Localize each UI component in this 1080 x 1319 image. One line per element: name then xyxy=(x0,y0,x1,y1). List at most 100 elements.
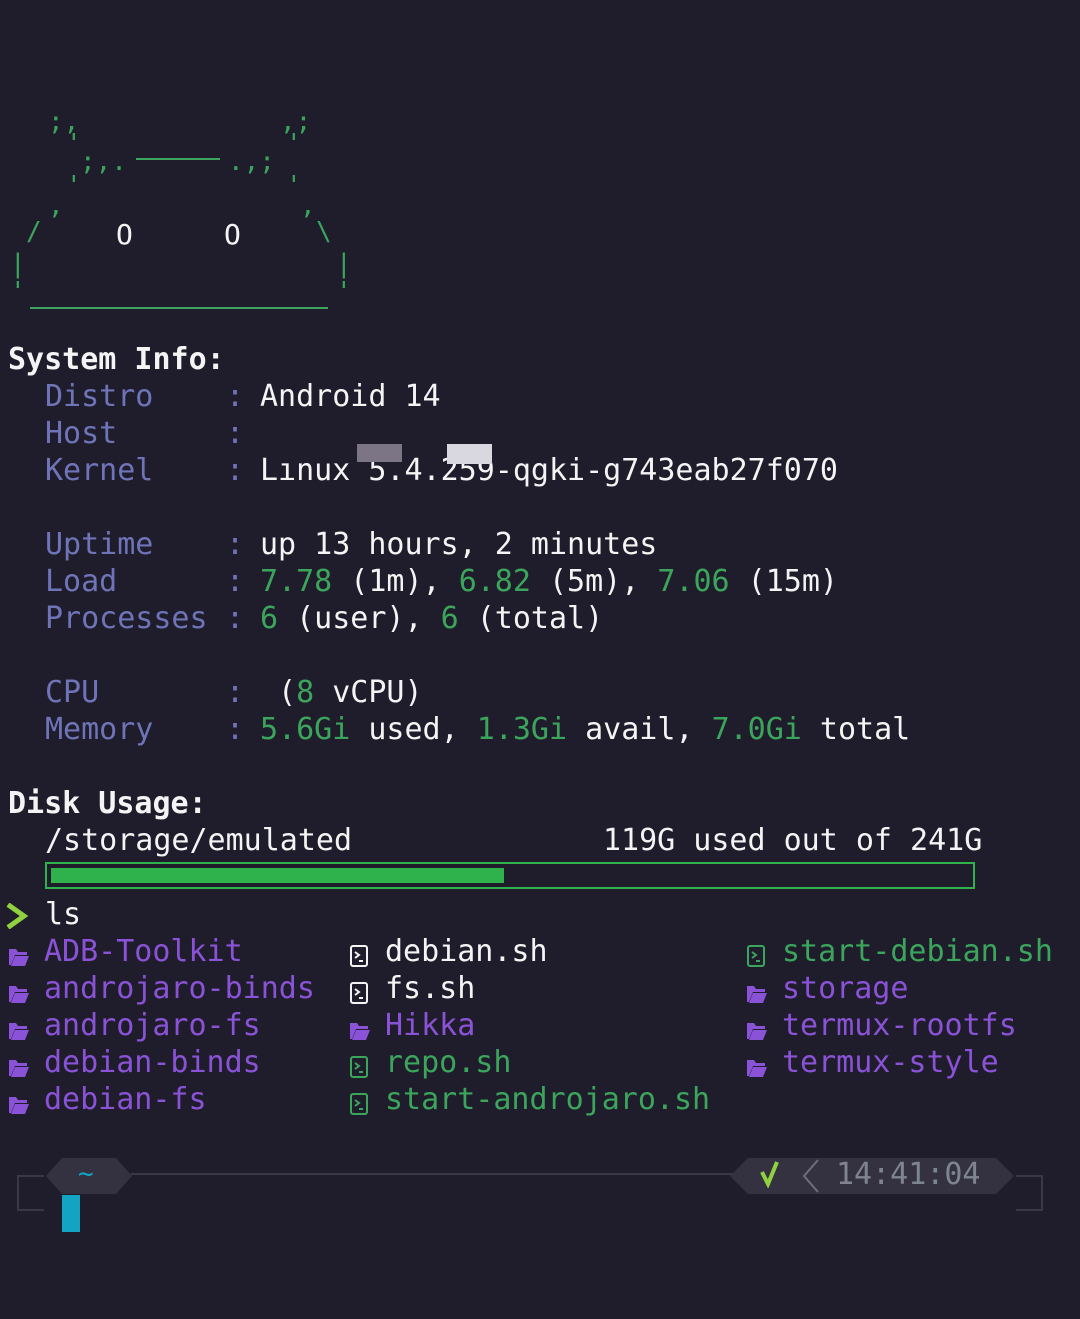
sysinfo-value: Lınux 5.4.259-qgki-g743eab27f070 xyxy=(260,453,838,488)
chevron-right-icon xyxy=(6,902,30,933)
svg-text:/: / xyxy=(26,217,42,247)
mem-text: avail, xyxy=(567,712,712,747)
sysinfo-label: Kernel xyxy=(45,453,154,488)
ls-entry-name: storage xyxy=(782,971,909,1006)
mem-text: total xyxy=(801,712,911,747)
chevron-left-icon xyxy=(800,1158,822,1198)
sysinfo-value: 7.78 (1m), 6.82 (5m), 7.06 (15m) xyxy=(260,563,838,600)
folder-icon xyxy=(8,940,30,966)
ls-entry-name: debian.sh xyxy=(385,934,548,969)
ls-entry: androjaro-binds xyxy=(8,970,315,1007)
svg-text:': ' xyxy=(336,277,350,307)
sysinfo-value: 6 (user), 6 (total) xyxy=(260,600,603,637)
checkmark-icon xyxy=(760,1160,780,1192)
script-file-icon xyxy=(349,940,371,967)
ls-entry: ADB-Toolkit xyxy=(8,933,243,970)
ls-entry-name: androjaro-binds xyxy=(44,971,315,1006)
mem-used: 5.6Gi xyxy=(260,712,351,747)
folder-icon xyxy=(746,1051,768,1077)
disk-usage-bar xyxy=(45,862,975,889)
folder-icon xyxy=(8,1014,30,1040)
ls-entry: debian-fs xyxy=(8,1081,207,1118)
sysinfo-value: (8 vCPU) xyxy=(260,674,423,711)
folder-icon xyxy=(746,1014,768,1040)
sysinfo-sep: : xyxy=(226,564,245,599)
eye-left: O xyxy=(116,218,133,251)
svg-text:,: , xyxy=(48,191,64,221)
load-text: (1m), xyxy=(332,564,459,599)
svg-text:': ' xyxy=(66,171,82,201)
eye-right: O xyxy=(224,218,241,251)
sysinfo-sep: : xyxy=(226,675,245,710)
ls-entry-name: debian-fs xyxy=(44,1082,207,1117)
cpu-text: ( xyxy=(260,675,297,710)
sysinfo-sep: : xyxy=(226,712,245,747)
ls-entry-name: fs.sh xyxy=(385,971,476,1006)
script-file-icon xyxy=(349,977,371,1004)
sysinfo-value: Android 14 xyxy=(260,379,441,414)
ls-entry-name: androjaro-fs xyxy=(44,1008,261,1043)
ls-entry-name: ADB-Toolkit xyxy=(44,934,243,969)
android-ascii-art: ;, ,; ' ' ;,. .,; ' ' , , / \ | | ' ' O … xyxy=(10,107,352,309)
status-line: ~ 14:41:04 xyxy=(16,1157,1044,1214)
ls-entry: termux-style xyxy=(746,1044,999,1081)
ls-entry-name: termux-rootfs xyxy=(782,1008,1017,1043)
mem-total: 7.0Gi xyxy=(711,712,802,747)
redaction-block xyxy=(447,444,492,464)
cpu-text: vCPU) xyxy=(314,675,423,710)
disk-usage-heading: Disk Usage: xyxy=(8,786,207,821)
sysinfo-sep: : xyxy=(226,453,245,488)
command-text: ls xyxy=(45,897,82,932)
sysinfo-value: 5.6Gi used, 1.3Gi avail, 7.0Gi total xyxy=(260,711,910,748)
cpu-count: 8 xyxy=(296,675,315,710)
redaction-block xyxy=(357,444,402,462)
sysinfo-sep: : xyxy=(226,527,245,562)
svg-text:,: , xyxy=(300,191,316,221)
ls-entry: repo.sh xyxy=(349,1044,511,1081)
sysinfo-label: Processes xyxy=(45,601,208,636)
ls-entry: storage xyxy=(746,970,908,1007)
folder-icon xyxy=(8,1088,30,1114)
proc-total: 6 xyxy=(440,601,459,636)
ls-entry-name: termux-style xyxy=(782,1045,999,1080)
disk-usage-fill xyxy=(51,868,504,883)
load-text: (15m) xyxy=(729,564,838,599)
sysinfo-value: up 13 hours, 2 minutes xyxy=(260,527,658,562)
disk-summary: 119G used out of 241G xyxy=(603,823,983,858)
svg-text:': ' xyxy=(10,277,26,307)
ls-entry-name: start-androjaro.sh xyxy=(385,1082,711,1117)
folder-icon xyxy=(8,1051,30,1077)
cwd-label: ~ xyxy=(78,1159,94,1189)
sysinfo-sep: : xyxy=(226,601,245,636)
ls-entry: fs.sh xyxy=(349,970,475,1007)
mem-text: used, xyxy=(350,712,477,747)
svg-text:;,.: ;,. xyxy=(80,147,127,177)
script-file-icon xyxy=(349,1051,371,1078)
ls-entry-name: repo.sh xyxy=(385,1045,512,1080)
clock-time: 14:41:04 xyxy=(836,1157,981,1192)
ls-entry: Hikka xyxy=(349,1007,475,1044)
svg-text:\: \ xyxy=(316,217,332,247)
terminal-cursor[interactable] xyxy=(62,1195,80,1232)
folder-icon xyxy=(8,977,30,1003)
ascii-android-logo: ;, ,; ' ' ;,. .,; ' ' , , / \ | | ' ' O … xyxy=(10,88,352,317)
ls-entry-name: Hikka xyxy=(385,1008,476,1043)
ls-entry: termux-rootfs xyxy=(746,1007,1017,1044)
svg-text:.,;: .,; xyxy=(228,147,275,177)
disk-mount: /storage/emulated xyxy=(45,823,353,858)
script-file-icon xyxy=(746,940,768,967)
ls-entry: debian-binds xyxy=(8,1044,261,1081)
folder-icon xyxy=(746,977,768,1003)
ls-entry-name: start-debian.sh xyxy=(782,934,1053,969)
ls-entry: start-androjaro.sh xyxy=(349,1081,710,1118)
ls-entry-name: debian-binds xyxy=(44,1045,261,1080)
proc-text: (user), xyxy=(278,601,441,636)
mem-avail: 1.3Gi xyxy=(476,712,568,747)
svg-text:': ' xyxy=(286,129,302,159)
sysinfo-label: Memory xyxy=(45,712,154,747)
ls-entry: start-debian.sh xyxy=(746,933,1053,970)
sysinfo-label: Uptime xyxy=(45,527,154,562)
ls-entry: debian.sh xyxy=(349,933,548,970)
folder-icon xyxy=(349,1014,371,1040)
load-1m: 7.78 xyxy=(260,564,333,599)
